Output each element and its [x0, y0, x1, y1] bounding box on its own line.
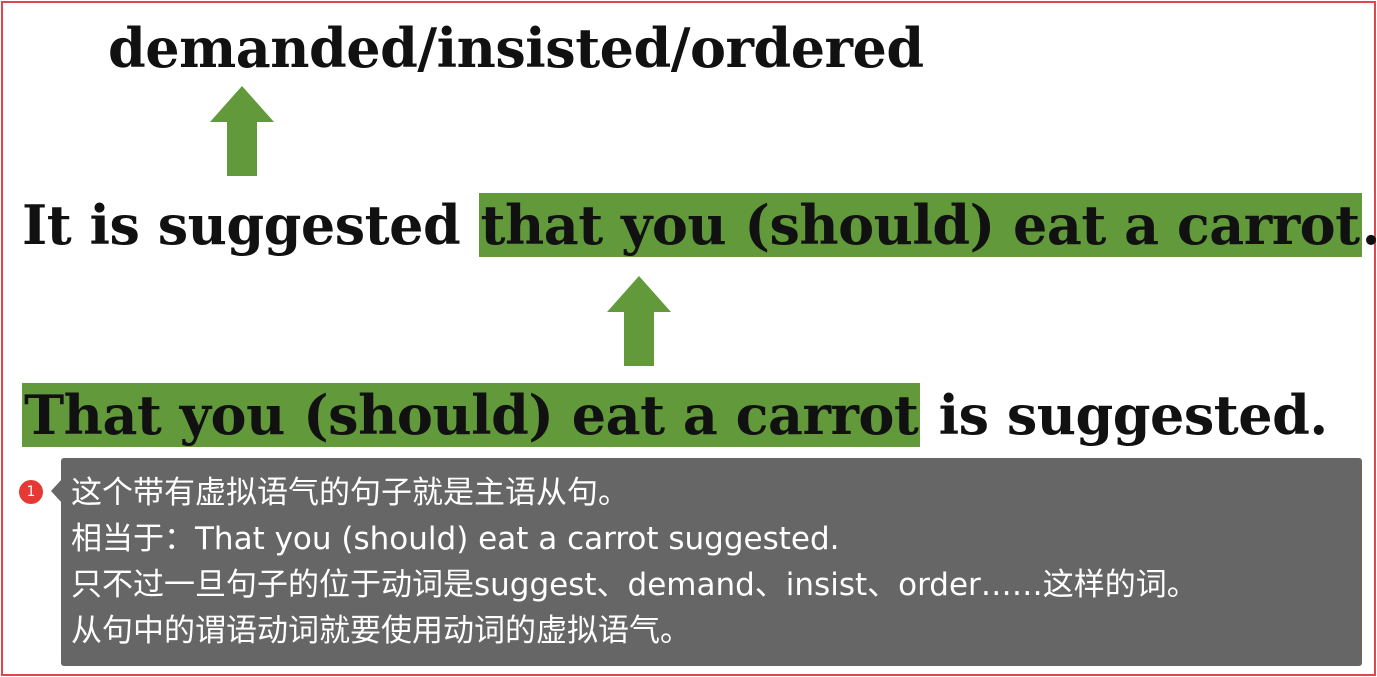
example-sentence-that-clause-subject: That you (should) eat a carrot is sugges… — [22, 382, 1328, 448]
example-sentence-it-is-suggested: It is suggested that you (should) eat a … — [22, 192, 1377, 258]
annotation-line: 相当于：That you (should) eat a carrot sugge… — [71, 521, 840, 557]
sentence-suffix: is suggested. — [920, 383, 1329, 447]
annotation-line: 只不过一旦句子的位于动词是suggest、demand、insist、order… — [71, 567, 1198, 603]
sentence-prefix: It is suggested — [22, 193, 479, 257]
alternative-verbs-text: demanded/insisted/ordered — [108, 16, 924, 80]
annotation-tooltip: 这个带有虚拟语气的句子就是主语从句。 相当于：That you (should)… — [61, 458, 1362, 666]
up-arrow-icon — [210, 86, 274, 176]
alternative-verbs-heading: demanded/insisted/ordered — [108, 16, 924, 80]
subject-clause-highlight: that you (should) eat a carrot — [478, 193, 1362, 257]
subject-clause-highlight: That you (should) eat a carrot — [22, 383, 921, 447]
up-arrow-icon — [607, 276, 671, 366]
sentence-period: . — [1362, 193, 1377, 257]
annotation-line: 从句中的谓语动词就要使用动词的虚拟语气。 — [71, 613, 691, 649]
annotation-number-badge[interactable]: 1 — [19, 480, 43, 504]
annotation-line: 这个带有虚拟语气的句子就是主语从句。 — [71, 475, 629, 511]
